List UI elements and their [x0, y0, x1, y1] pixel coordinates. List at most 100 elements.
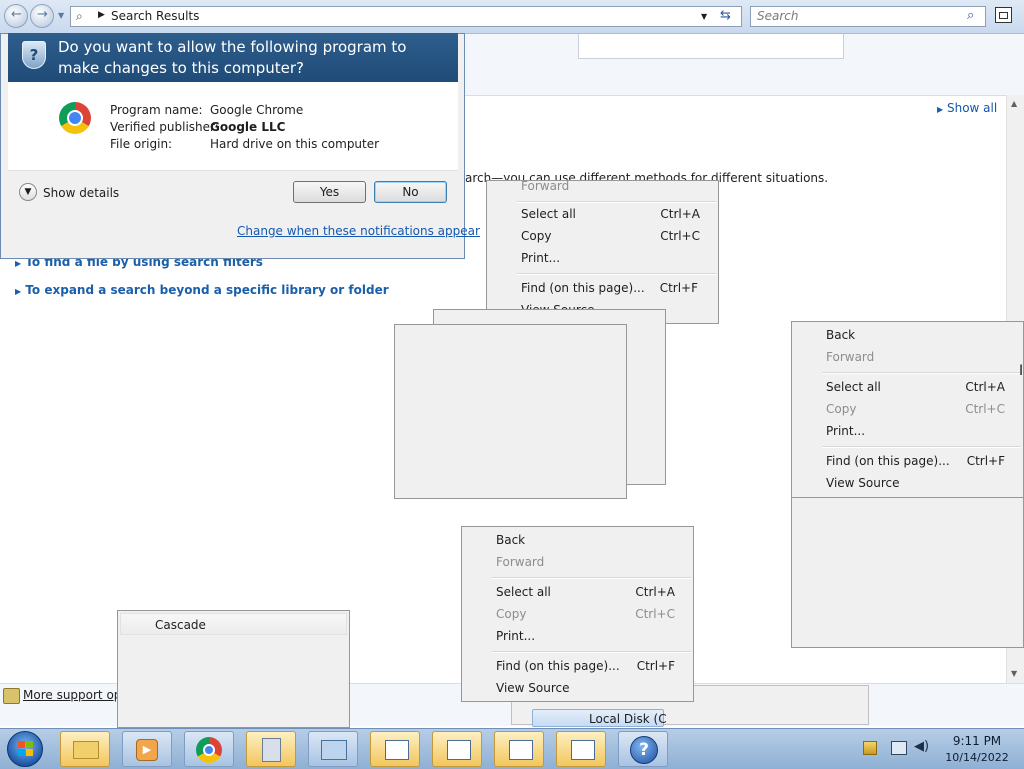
file-origin-value: Hard drive on this computer — [210, 137, 380, 151]
menu-item-forward[interactable]: Forward — [462, 551, 693, 573]
taskbar-window-button[interactable] — [370, 731, 420, 767]
taskbar-window-button[interactable] — [494, 731, 544, 767]
chrome-icon-center — [67, 110, 83, 126]
help-icon: ? — [630, 736, 658, 764]
folder-icon — [73, 741, 99, 759]
menu-bottom-edge — [792, 497, 1023, 498]
menu-item-find[interactable]: Find (on this page)... Ctrl+F — [462, 655, 693, 677]
forward-arrow-icon: → — [37, 7, 48, 22]
menu-item-back[interactable]: Back — [792, 324, 1023, 346]
breadcrumb-arrow-icon: ▶ — [98, 10, 105, 20]
action-center-icon[interactable] — [863, 741, 877, 755]
scroll-up-icon[interactable]: ▲ — [1011, 99, 1017, 108]
uac-footer: ▼ Show details Yes No Change when these … — [8, 170, 480, 251]
refresh-icon[interactable]: ⇆ — [720, 8, 731, 23]
clock-date[interactable]: 10/14/2022 — [942, 751, 1012, 764]
menu-item-select-all[interactable]: Select all Ctrl+A — [462, 581, 693, 603]
taskbar-explorer-button[interactable] — [60, 731, 110, 767]
column-header-box — [578, 33, 844, 59]
menu-item-select-all[interactable]: Select all Ctrl+A — [792, 376, 1023, 398]
search-placeholder: Search — [757, 9, 799, 23]
volume-icon[interactable]: ◀) — [914, 739, 929, 754]
address-dropdown-icon[interactable]: ▼ — [701, 12, 707, 21]
media-player-icon: ▶ — [136, 739, 158, 761]
menu-item-forward[interactable]: Forward — [487, 181, 718, 197]
logo-green — [26, 741, 33, 748]
more-support-link[interactable]: More support opt — [23, 688, 126, 702]
logo-yellow — [26, 749, 33, 756]
window-icon — [385, 740, 409, 760]
menu-item-back[interactable]: Back — [462, 529, 693, 551]
help-link-expand-search[interactable]: ▶ To expand a search beyond a specific l… — [15, 283, 389, 297]
windows-logo-icon — [7, 731, 43, 767]
start-button[interactable] — [4, 731, 50, 767]
menu-item-select-all[interactable]: Select all Ctrl+A — [487, 203, 718, 225]
show-details-toggle[interactable]: Show details — [43, 186, 119, 200]
search-input[interactable]: Search ⌕ — [750, 6, 986, 27]
taskbar-window-button[interactable] — [556, 731, 606, 767]
yes-button[interactable]: Yes — [293, 181, 366, 203]
menu-item-cascade[interactable]: Cascade — [120, 613, 347, 635]
triangle-icon: ▶ — [937, 105, 944, 114]
scroll-down-icon[interactable]: ▼ — [1011, 669, 1017, 678]
menu-item-forward[interactable]: Forward — [792, 346, 1023, 368]
menu-item-copy[interactable]: Copy Ctrl+C — [792, 398, 1023, 420]
taskbar-calculator-button[interactable] — [246, 731, 296, 767]
network-icon[interactable] — [891, 741, 907, 755]
publisher-label: Verified publisher: — [110, 120, 219, 134]
no-button[interactable]: No — [374, 181, 447, 203]
taskbar-window-button[interactable] — [432, 731, 482, 767]
change-notifications-link[interactable]: Change when these notifications appear — [237, 224, 480, 238]
taskbar-media-player-button[interactable]: ▶ — [122, 731, 172, 767]
menu-item-find[interactable]: Find (on this page)... Ctrl+F — [792, 450, 1023, 472]
back-button[interactable]: ← — [4, 4, 28, 28]
context-menu-right: Back Forward Select all Ctrl+A Copy Ctrl+C… — [791, 321, 1024, 648]
window-icon — [509, 740, 533, 760]
menu-item-print[interactable]: Print... — [462, 625, 693, 647]
window-icon — [447, 740, 471, 760]
context-menu-top: Forward Select all Ctrl+A Copy Ctrl+C Prin… — [486, 180, 719, 324]
show-all-link[interactable]: ▶ Show all — [937, 101, 997, 115]
restore-inner — [999, 12, 1008, 19]
menu-separator — [492, 577, 691, 579]
calculator-icon — [262, 738, 281, 762]
context-menu-cascade: Cascade — [117, 610, 350, 728]
restore-window-icon[interactable] — [995, 7, 1012, 23]
taskbar-help-button[interactable]: ? — [618, 731, 668, 767]
menu-item-view-source[interactable]: View Source — [462, 677, 693, 699]
help-link-expand-label[interactable]: To expand a search beyond a specific lib… — [25, 283, 388, 297]
uac-shield-icon: ? — [22, 41, 46, 69]
context-menu-bottom: Back Forward Select all Ctrl+A Copy Ctrl+C… — [461, 526, 694, 702]
chrome-icon-center — [203, 744, 215, 756]
logo-red — [18, 741, 25, 748]
menu-item-print[interactable]: Print... — [792, 420, 1023, 442]
uac-header: ? Do you want to allow the following pro… — [8, 33, 458, 82]
text-cursor-icon: I — [1019, 363, 1024, 379]
search-icon[interactable]: ⌕ — [967, 8, 974, 23]
blank-menu-ghost-2-overlay — [394, 324, 627, 499]
menu-item-find[interactable]: Find (on this page)... Ctrl+F — [487, 277, 718, 299]
expand-details-icon[interactable]: ▼ — [19, 183, 37, 201]
taskbar: ▶ ? ◀) 9:11 PM 10/14/2022 — [0, 728, 1024, 769]
menu-item-view-source[interactable]: View Source — [792, 472, 1023, 494]
menu-item-copy[interactable]: Copy Ctrl+C — [487, 225, 718, 247]
back-arrow-icon: ← — [11, 7, 22, 22]
recent-pages-icon[interactable]: ▼ — [58, 11, 64, 20]
logo-blue — [18, 749, 25, 756]
triangle-icon: ▶ — [15, 287, 22, 296]
menu-separator — [822, 372, 1021, 374]
address-bar[interactable]: ⌕ ▶ Search Results ▼ — [70, 6, 742, 27]
local-disk-item[interactable]: Local Disk (C — [532, 709, 667, 727]
support-icon — [3, 688, 20, 704]
clock-time[interactable]: 9:11 PM — [946, 734, 1008, 748]
breadcrumb[interactable]: Search Results — [111, 9, 199, 23]
menu-item-copy[interactable]: Copy Ctrl+C — [462, 603, 693, 625]
taskbar-chrome-button[interactable] — [184, 731, 234, 767]
local-disk-label: Local Disk (C — [589, 712, 667, 726]
forward-button[interactable]: → — [30, 4, 54, 28]
menu-item-print[interactable]: Print... — [487, 247, 718, 269]
show-all-label[interactable]: Show all — [947, 101, 997, 115]
taskbar-control-panel-button[interactable] — [308, 731, 358, 767]
control-panel-icon — [321, 740, 347, 760]
window-icon — [571, 740, 595, 760]
